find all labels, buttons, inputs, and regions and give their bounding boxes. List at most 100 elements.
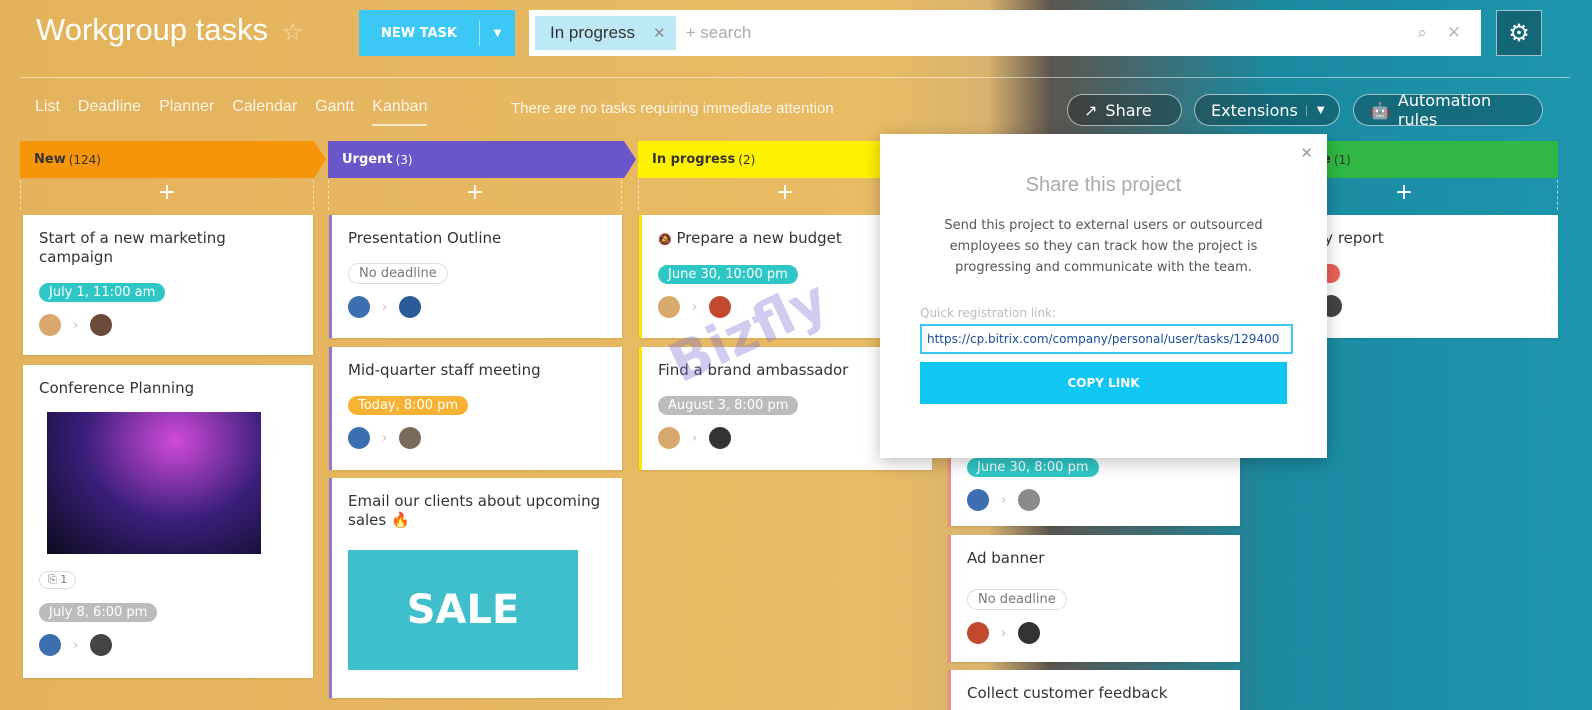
image-text: SALE xyxy=(406,587,520,633)
avatar[interactable] xyxy=(1018,622,1041,644)
avatar[interactable] xyxy=(658,427,680,449)
column-count: (2) xyxy=(738,152,756,167)
avatar[interactable] xyxy=(90,314,113,336)
participants: › xyxy=(348,427,606,449)
new-task-label: NEW TASK xyxy=(381,25,457,41)
task-card[interactable]: Start of a new marketing campaign July 1… xyxy=(23,215,313,355)
tab-planner[interactable]: Planner xyxy=(159,98,214,126)
filter-chip-label: In progress xyxy=(550,23,636,42)
add-task-icon[interactable]: + xyxy=(328,180,622,210)
gear-icon[interactable]: ⚙ xyxy=(1496,10,1542,56)
search-input[interactable]: + search xyxy=(686,23,1418,43)
registration-link-input[interactable] xyxy=(920,324,1293,354)
card-title: Ad banner xyxy=(967,549,1045,567)
column-title: New xyxy=(34,152,66,167)
notice-text: There are no tasks requiring immediate a… xyxy=(511,100,834,117)
copy-link-button[interactable]: COPY LINK xyxy=(920,362,1287,404)
tab-calendar[interactable]: Calendar xyxy=(232,98,297,126)
deadline-badge[interactable]: No deadline xyxy=(967,589,1067,610)
column-header-new[interactable]: New (124) xyxy=(20,141,326,178)
participants: › xyxy=(658,427,916,449)
avatar[interactable] xyxy=(399,427,422,449)
task-card[interactable]: Email our clients about upcoming sales 🔥… xyxy=(329,478,622,698)
sale-image: SALE xyxy=(348,550,578,670)
deadline-badge[interactable]: June 30, 10:00 pm xyxy=(658,265,798,284)
popup-description: Send this project to external users or o… xyxy=(944,218,1263,275)
extensions-label: Extensions xyxy=(1211,100,1298,120)
avatar[interactable] xyxy=(399,296,422,318)
filter-chip[interactable]: In progress ✕ xyxy=(535,16,676,50)
participants: › xyxy=(348,296,606,318)
column-count: (1) xyxy=(1333,152,1351,167)
deadline-badge[interactable]: July 1, 11:00 am xyxy=(39,283,166,302)
tab-deadline[interactable]: Deadline xyxy=(78,98,141,126)
task-card[interactable]: Conference Planning ⎘ 1 July 8, 6:00 pm … xyxy=(23,365,313,678)
close-icon[interactable]: ✕ xyxy=(653,24,666,42)
avatar[interactable] xyxy=(967,489,989,511)
automation-label: Automation rules xyxy=(1397,91,1492,129)
column-header-urgent[interactable]: Urgent (3) xyxy=(328,141,636,178)
deadline-badge[interactable]: June 30, 8:00 pm xyxy=(967,458,1099,477)
avatar[interactable] xyxy=(348,427,370,449)
search-bar[interactable]: In progress ✕ + search ⌕ ✕ xyxy=(529,10,1481,56)
avatar[interactable] xyxy=(1018,489,1041,511)
chevron-down-icon[interactable]: ▼ xyxy=(479,20,515,46)
card-title: Start of a new marketing campaign xyxy=(39,229,226,266)
task-card[interactable]: Mid-quarter staff meeting Today, 8:00 pm… xyxy=(329,347,622,470)
avatar[interactable] xyxy=(348,296,370,318)
tab-gantt[interactable]: Gantt xyxy=(315,98,354,126)
robot-icon: 🤖 xyxy=(1370,100,1390,120)
column-title: In progress xyxy=(652,152,736,167)
chevron-down-icon[interactable]: ▼ xyxy=(1305,104,1325,116)
participants xyxy=(1320,295,1542,317)
column-title: Urgent xyxy=(342,152,393,167)
card-title: 🔕 Prepare a new budget xyxy=(658,229,916,249)
share-button[interactable]: ↗ Share xyxy=(1067,94,1182,126)
card-title: Conference Planning xyxy=(39,379,195,397)
automation-rules-button[interactable]: 🤖 Automation rules xyxy=(1353,91,1543,129)
view-tabs: List Deadline Planner Calendar Gantt Kan… xyxy=(35,98,428,126)
participants: › xyxy=(39,634,297,656)
card-title-text: Prepare a new budget xyxy=(676,229,842,247)
card-title: Presentation Outline xyxy=(348,229,502,247)
card-title: ly report xyxy=(1320,229,1384,247)
deadline-badge[interactable]: No deadline xyxy=(348,263,448,284)
avatar[interactable] xyxy=(39,634,61,656)
popup-title: Share this project xyxy=(1025,174,1182,196)
card-title: Mid-quarter staff meeting xyxy=(348,361,541,379)
column-count: (124) xyxy=(68,152,101,167)
card-title: Collect customer feedback xyxy=(967,684,1168,702)
close-icon[interactable]: ✕ xyxy=(1300,144,1313,162)
attachment-badge[interactable]: ⎘ 1 xyxy=(39,571,77,589)
avatar[interactable] xyxy=(967,622,989,644)
attachment-count: 1 xyxy=(60,573,68,586)
avatar[interactable] xyxy=(709,427,732,449)
deadline-badge[interactable]: Today, 8:00 pm xyxy=(348,396,469,415)
deadline-badge[interactable]: August 3, 8:00 pm xyxy=(658,396,799,415)
conference-image xyxy=(47,412,261,554)
participants: › xyxy=(39,314,297,336)
page-title: Workgroup tasks xyxy=(36,12,269,47)
deadline-badge[interactable]: July 8, 6:00 pm xyxy=(39,603,158,622)
avatar[interactable] xyxy=(39,314,61,336)
search-icon[interactable]: ⌕ xyxy=(1417,23,1427,43)
star-icon[interactable]: ☆ xyxy=(282,18,304,46)
tab-list[interactable]: List xyxy=(35,98,60,126)
task-card[interactable]: Ad banner No deadline › xyxy=(948,535,1240,662)
share-label: Share xyxy=(1105,100,1152,120)
add-task-icon[interactable]: + xyxy=(20,180,314,210)
column-count: (3) xyxy=(395,152,413,167)
participants: › xyxy=(967,489,1224,511)
share-icon: ↗ xyxy=(1084,100,1098,120)
extensions-button[interactable]: Extensions ▼ xyxy=(1194,94,1340,126)
card-title: Email our clients about upcoming sales 🔥 xyxy=(348,492,601,529)
clear-icon[interactable]: ✕ xyxy=(1447,23,1461,43)
avatar[interactable] xyxy=(90,634,113,656)
tab-kanban[interactable]: Kanban xyxy=(372,98,428,126)
new-task-button[interactable]: NEW TASK ▼ xyxy=(359,10,515,56)
task-card[interactable]: Presentation Outline No deadline › xyxy=(329,215,622,338)
avatar[interactable] xyxy=(658,296,680,318)
share-project-popup: ✕ Share this project Send this project t… xyxy=(880,134,1327,458)
task-card[interactable]: Collect customer feedback xyxy=(948,670,1240,710)
link-label: Quick registration link: xyxy=(920,306,1057,320)
